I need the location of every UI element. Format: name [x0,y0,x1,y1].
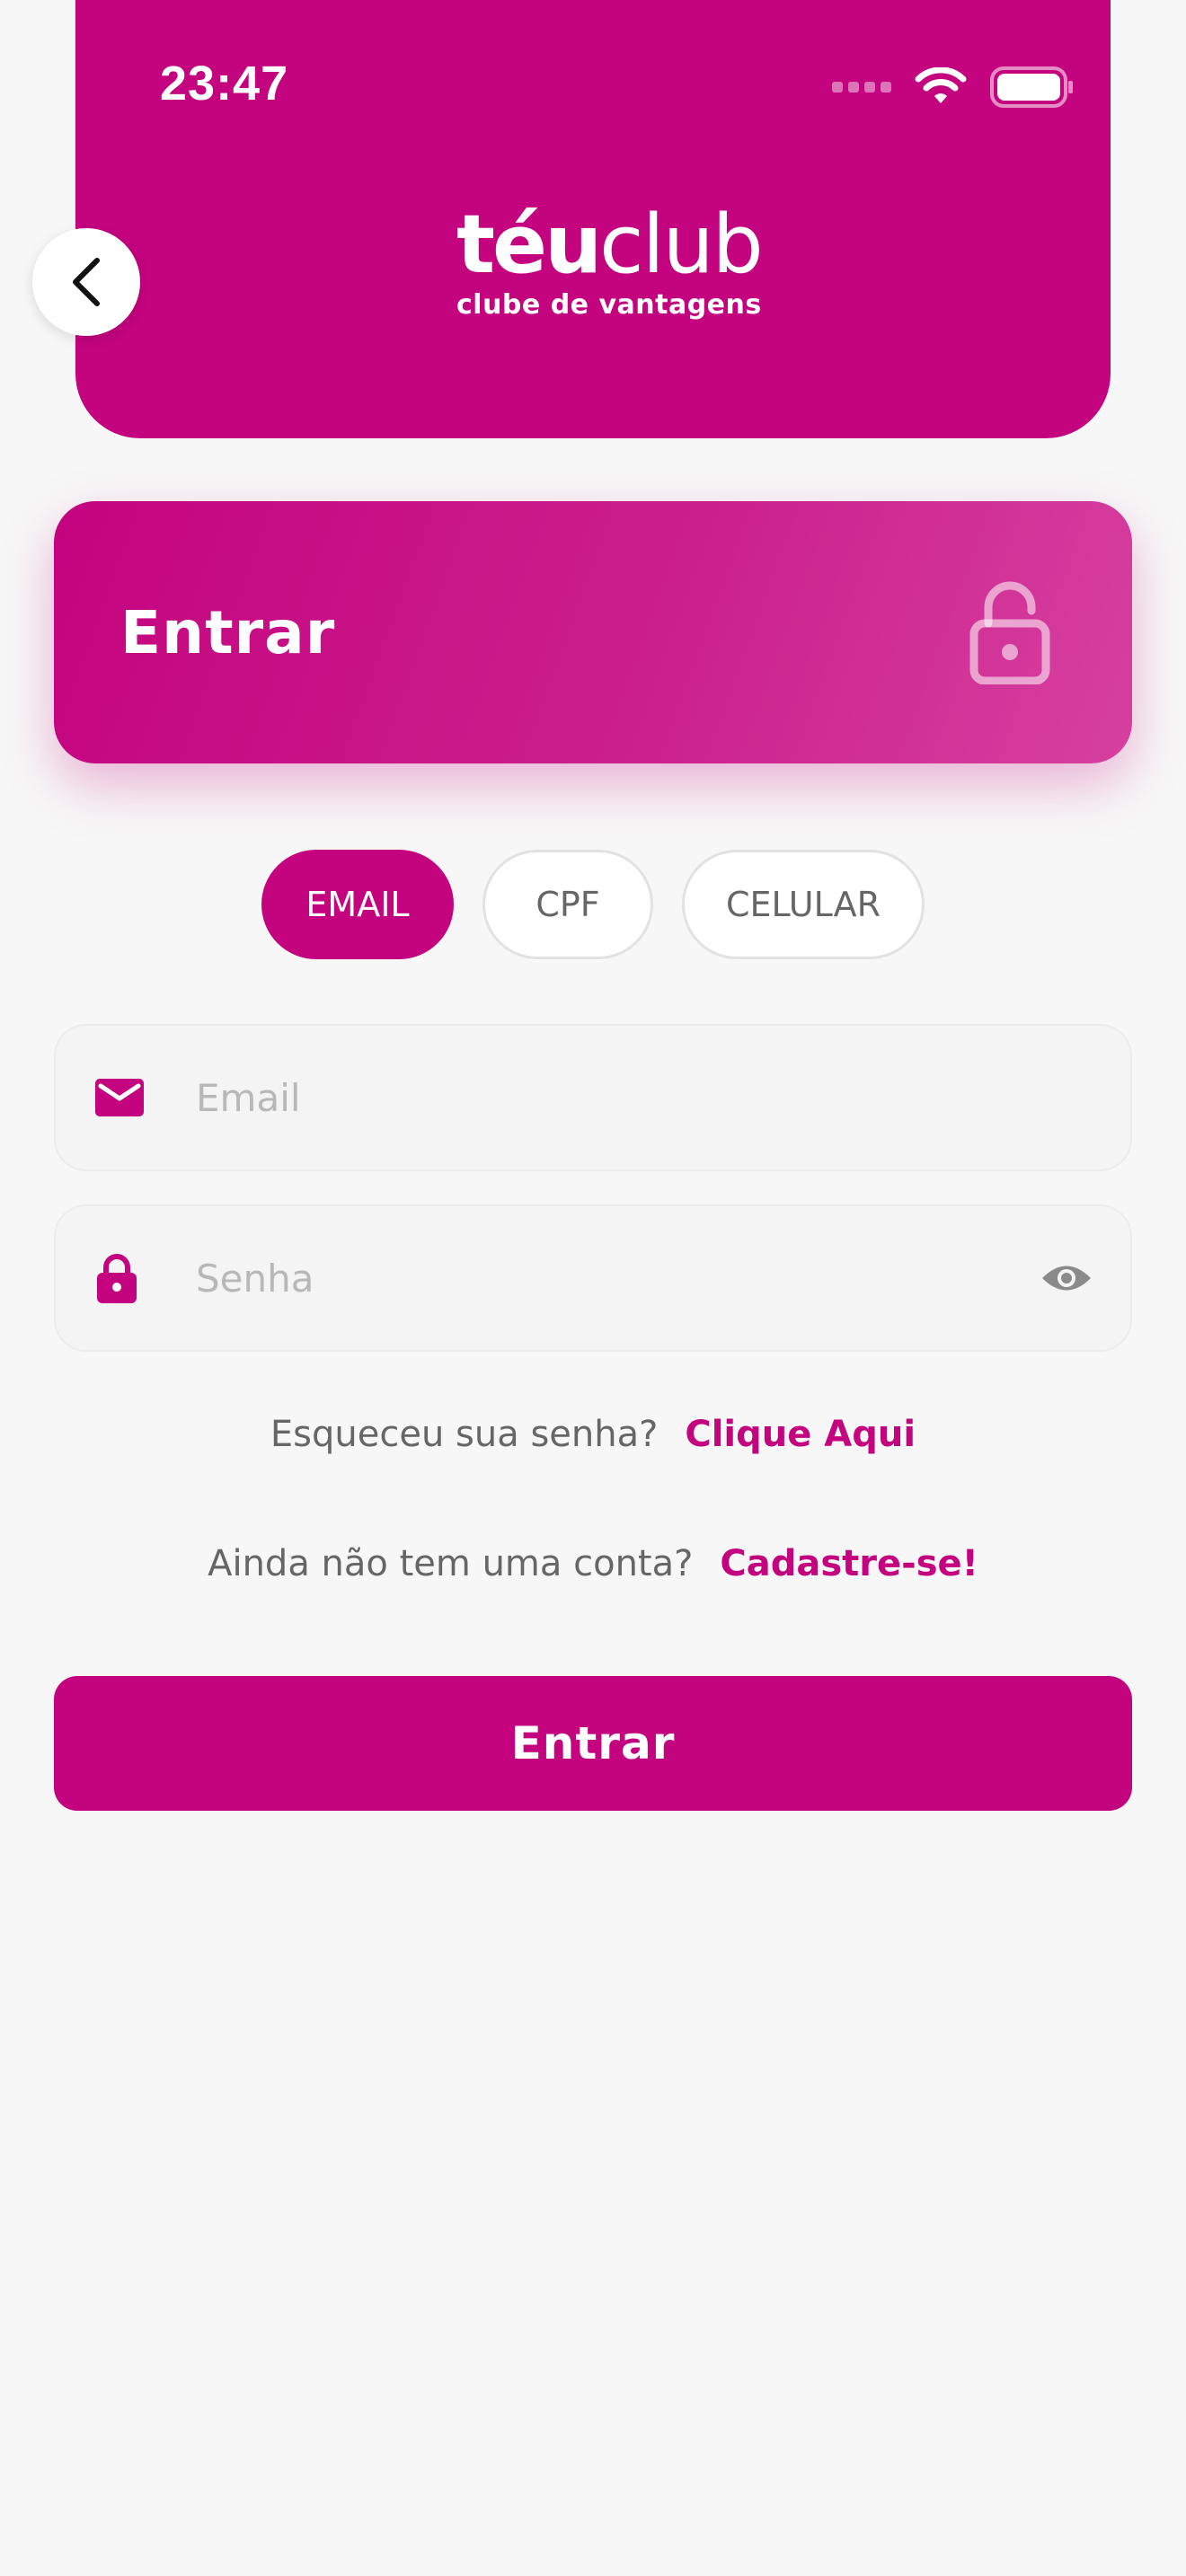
battery-icon [990,66,1073,108]
eye-icon[interactable] [1040,1261,1093,1295]
login-submit-button[interactable]: Entrar [54,1676,1132,1811]
email-field [54,1024,1132,1171]
signup-link[interactable]: Cadastre-se! [720,1543,978,1584]
forgot-password-text: Esqueceu sua senha? [270,1414,659,1455]
lock-icon [97,1254,137,1303]
tab-email[interactable]: EMAIL [261,850,454,959]
logo-tagline: clube de vantagens [456,289,762,321]
tab-celular[interactable]: CELULAR [682,850,925,959]
email-input[interactable] [196,1026,969,1169]
forgot-password-line: Esqueceu sua senha? Clique Aqui [0,1414,1186,1455]
tab-cpf[interactable]: CPF [482,850,653,959]
login-title-card: Entrar [54,501,1132,763]
logo-part-club: club [599,198,764,292]
forgot-password-link[interactable]: Clique Aqui [685,1414,916,1455]
chevron-left-icon [73,258,100,306]
header-banner: 23:47 téuclub clube de vantagens [75,0,1111,438]
back-button[interactable] [32,228,140,336]
status-icons [832,66,1075,108]
mail-icon [95,1079,144,1116]
password-field [54,1204,1132,1352]
page-title: Entrar [120,598,336,667]
lock-open-icon [969,581,1050,684]
wifi-icon [915,67,967,103]
status-time: 23:47 [160,57,289,110]
brand-logo: téuclub clube de vantagens [456,205,764,322]
signup-text: Ainda não tem uma conta? [208,1543,694,1584]
password-input[interactable] [196,1206,969,1350]
signup-line: Ainda não tem uma conta? Cadastre-se! [0,1543,1186,1584]
cellular-signal-icon [832,82,891,93]
login-method-tabs: EMAIL CPF CELULAR [0,850,1186,959]
logo-part-teu: téu [456,198,602,292]
